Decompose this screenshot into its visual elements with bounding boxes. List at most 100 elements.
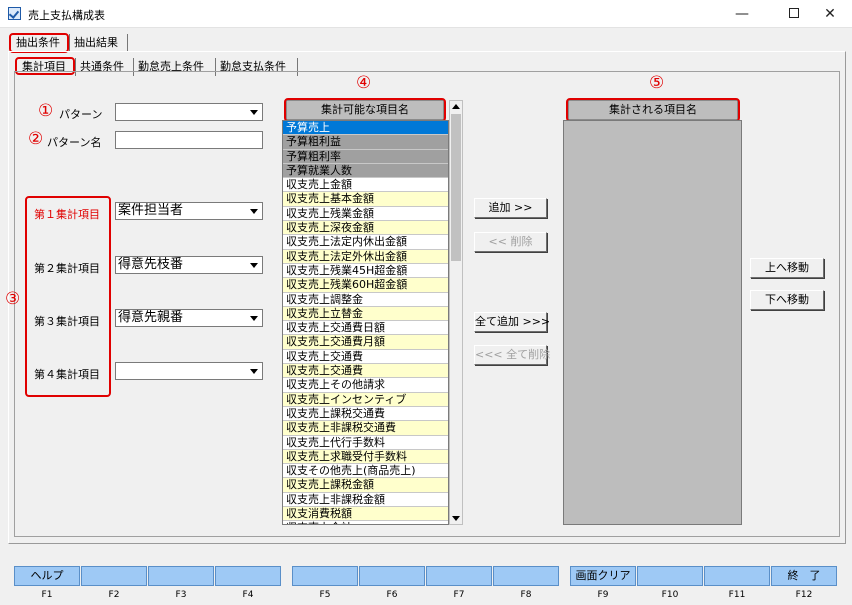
- pattern-label: パターン: [59, 108, 103, 121]
- function-key-f4[interactable]: [215, 566, 281, 586]
- list-item[interactable]: 収支売上求職受付手数料: [283, 449, 448, 465]
- function-key-caption: F12: [795, 590, 813, 600]
- list-item[interactable]: 収支売上その他請求: [283, 378, 448, 393]
- pattern-name-input[interactable]: [115, 131, 263, 149]
- function-key-caption: F10: [661, 590, 679, 600]
- item2-label: 第２集計項目: [34, 262, 100, 275]
- function-key-f8[interactable]: [493, 566, 559, 586]
- chevron-down-icon: [247, 311, 261, 325]
- annotation-number-2: ②: [28, 129, 44, 149]
- function-key-f12[interactable]: 終 了: [771, 566, 837, 586]
- list-item[interactable]: 予算粗利率: [283, 149, 448, 164]
- list-item[interactable]: 収支売上代行手数料: [283, 435, 448, 450]
- item4-select[interactable]: [115, 362, 263, 380]
- list-item[interactable]: 収支売上交通費日額: [283, 321, 448, 336]
- annotation-number-4: ④: [356, 73, 372, 93]
- annotation-number-5: ⑤: [649, 73, 665, 93]
- function-key-caption: F6: [386, 590, 398, 600]
- annotation-highlight-main-tab: [9, 33, 69, 53]
- function-key-f3[interactable]: [148, 566, 214, 586]
- list-item[interactable]: 収支売上立替金: [283, 306, 448, 322]
- scroll-thumb[interactable]: [451, 114, 461, 261]
- list-item[interactable]: 収支売上課税金額: [283, 478, 448, 493]
- list-item[interactable]: 収支売上金額: [283, 178, 448, 193]
- window-title: 売上支払構成表: [28, 9, 105, 22]
- item3-select[interactable]: 得意先親番: [115, 309, 263, 327]
- chevron-down-icon: [247, 258, 261, 272]
- function-key-f1[interactable]: ヘルプ: [14, 566, 80, 586]
- list-item[interactable]: 収支売上合計: [283, 521, 448, 524]
- function-key-f7[interactable]: [426, 566, 492, 586]
- list-item[interactable]: 予算就業人数: [283, 163, 448, 179]
- item3-select-value: 得意先親番: [118, 310, 184, 325]
- list-item[interactable]: 収支売上法定内休出金額: [283, 235, 448, 250]
- function-key-f2[interactable]: [81, 566, 147, 586]
- scroll-down-icon[interactable]: [450, 512, 462, 524]
- annotation-number-3: ③: [5, 289, 21, 309]
- function-key-caption: F1: [41, 590, 53, 600]
- chevron-down-icon: [247, 204, 261, 218]
- available-list-scrollbar[interactable]: [449, 100, 463, 525]
- app-icon: [8, 7, 21, 20]
- pattern-name-label: パターン名: [47, 136, 102, 149]
- annotation-highlight-available-header: [284, 98, 446, 122]
- move-up-button[interactable]: 上へ移動: [750, 258, 824, 278]
- title-bar: 売上支払構成表 — ✕: [0, 0, 852, 28]
- list-item[interactable]: 収支売上残業60H超金額: [283, 278, 448, 293]
- function-key-caption: F4: [242, 590, 254, 600]
- item1-label: 第１集計項目: [34, 208, 100, 221]
- list-item[interactable]: 収支売上インセンティブ: [283, 392, 448, 407]
- minimize-button[interactable]: —: [720, 0, 764, 28]
- pattern-select[interactable]: [115, 103, 263, 121]
- maximize-icon: [789, 8, 799, 18]
- available-items-list[interactable]: 予算売上 予算粗利益 予算粗利率 予算就業人数 収支売上金額 収支売上基本金額 収支売上残業…: [282, 120, 449, 525]
- function-key-f6[interactable]: [359, 566, 425, 586]
- function-key-f11[interactable]: [704, 566, 770, 586]
- list-item[interactable]: 収支売上非課税交通費: [283, 421, 448, 436]
- add-all-button[interactable]: 全て追加 >>>: [474, 312, 550, 332]
- move-down-button[interactable]: 下へ移動: [750, 290, 824, 310]
- annotation-number-1: ①: [38, 101, 54, 121]
- item4-label: 第４集計項目: [34, 368, 100, 381]
- function-key-caption: F2: [108, 590, 120, 600]
- list-item[interactable]: 収支売上非課税金額: [283, 492, 448, 508]
- target-items-list[interactable]: [563, 120, 742, 525]
- list-item[interactable]: 収支消費税額: [283, 507, 448, 522]
- scroll-up-icon[interactable]: [450, 101, 462, 113]
- item3-label: 第３集計項目: [34, 315, 100, 328]
- list-item[interactable]: 収支売上調整金: [283, 292, 448, 307]
- list-item[interactable]: 収支その他売上(商品売上): [283, 464, 448, 479]
- chevron-down-icon: [247, 105, 261, 119]
- list-item[interactable]: 予算売上: [283, 121, 448, 136]
- function-key-caption: F11: [728, 590, 746, 600]
- remove-all-button[interactable]: <<< 全て削除: [474, 345, 550, 365]
- list-item[interactable]: 収支売上交通費: [283, 364, 448, 379]
- chevron-down-icon: [247, 364, 261, 378]
- list-item[interactable]: 収支売上交通費月額: [283, 335, 448, 350]
- item2-select[interactable]: 得意先枝番: [115, 256, 263, 274]
- item1-select-value: 案件担当者: [118, 203, 184, 218]
- add-button[interactable]: 追加 >>: [474, 198, 547, 218]
- list-item[interactable]: 収支売上課税交通費: [283, 406, 448, 422]
- list-item[interactable]: 収支売上基本金額: [283, 192, 448, 207]
- list-item[interactable]: 収支売上法定外休出金額: [283, 249, 448, 264]
- function-key-caption: F5: [319, 590, 331, 600]
- function-key-caption: F3: [175, 590, 187, 600]
- function-key-f9[interactable]: 画面クリア: [570, 566, 636, 586]
- item1-select[interactable]: 案件担当者: [115, 202, 263, 220]
- list-item[interactable]: 収支売上残業金額: [283, 206, 448, 222]
- function-key-caption: F8: [520, 590, 532, 600]
- item2-select-value: 得意先枝番: [118, 257, 184, 272]
- list-item[interactable]: 収支売上残業45H超金額: [283, 263, 448, 279]
- list-item[interactable]: 収支売上深夜金額: [283, 221, 448, 236]
- function-key-caption: F9: [597, 590, 609, 600]
- list-item[interactable]: 予算粗利益: [283, 135, 448, 150]
- function-key-f10[interactable]: [637, 566, 703, 586]
- annotation-highlight-target-header: [566, 98, 740, 122]
- list-item[interactable]: 収支売上交通費: [283, 349, 448, 365]
- remove-button[interactable]: << 削除: [474, 232, 547, 252]
- tab-extraction-results[interactable]: 抽出結果: [70, 34, 128, 52]
- close-button[interactable]: ✕: [808, 0, 852, 28]
- function-key-f5[interactable]: [292, 566, 358, 586]
- function-key-caption: F7: [453, 590, 465, 600]
